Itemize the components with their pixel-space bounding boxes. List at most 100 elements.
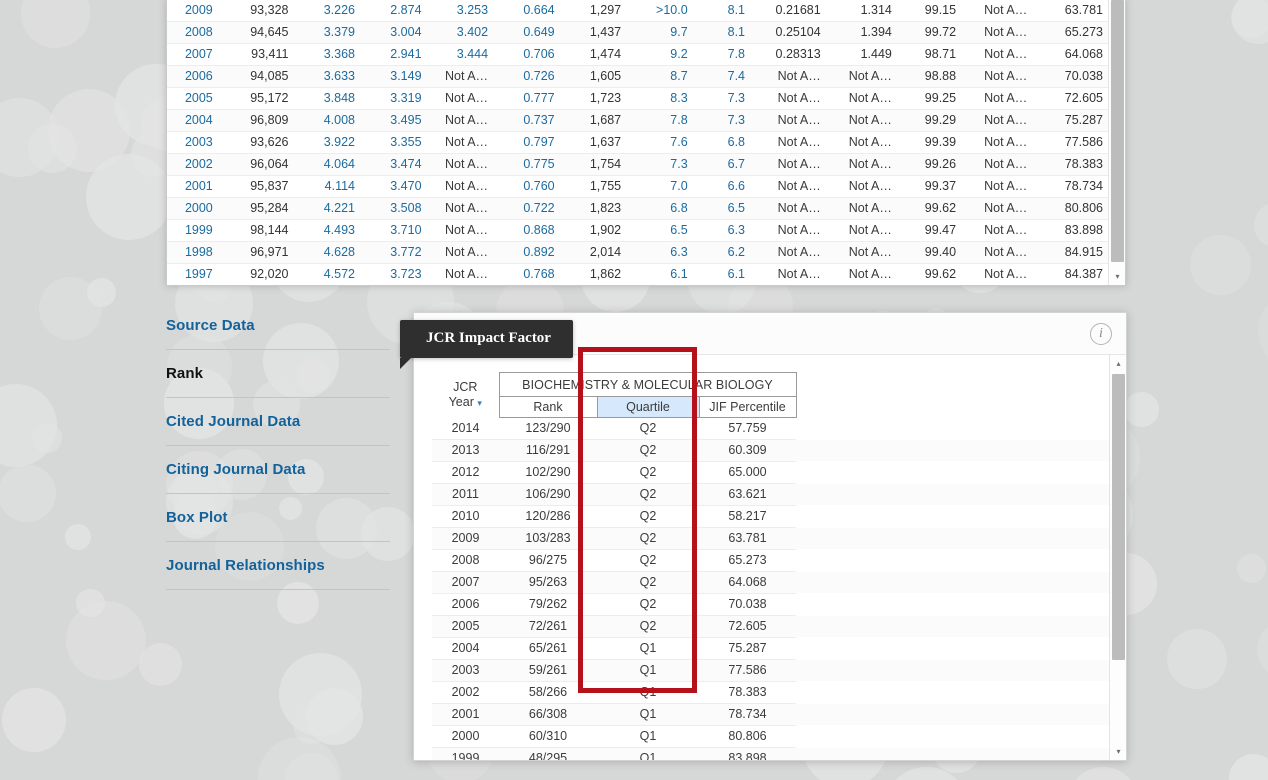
table-cell[interactable]: 6.5 [628,219,695,242]
table-cell[interactable]: 8.7 [628,65,695,88]
table-cell[interactable]: 4.493 [295,219,362,242]
table-cell[interactable]: 1998 [167,241,220,264]
table-cell[interactable]: 0.706 [495,43,562,66]
table-cell[interactable]: 0.664 [495,0,562,22]
top-table-scroll-thumb[interactable] [1111,0,1124,262]
table-cell[interactable]: 7.0 [628,175,695,198]
table-cell[interactable]: 6.5 [694,197,753,220]
table-cell[interactable]: 7.8 [628,109,695,132]
table-cell[interactable]: 2000 [167,197,220,220]
table-cell[interactable]: 7.3 [628,153,695,176]
table-cell[interactable]: 3.470 [362,175,429,198]
sidebar-item-cited-journal-data[interactable]: Cited Journal Data [166,398,390,446]
table-cell[interactable]: 4.628 [295,241,362,264]
table-cell[interactable]: 3.723 [362,263,429,285]
table-cell[interactable]: 0.868 [495,219,562,242]
table-cell[interactable]: 0.722 [495,197,562,220]
table-cell[interactable]: 3.710 [362,219,429,242]
table-cell[interactable]: 7.3 [694,109,753,132]
column-header-rank[interactable]: Rank [498,396,598,418]
sort-descending-icon[interactable]: ▾ [477,398,482,408]
table-cell[interactable]: 2.874 [362,0,429,22]
scroll-up-arrow-icon[interactable]: ▴ [1110,355,1126,372]
table-cell[interactable]: 6.1 [694,263,753,285]
table-cell[interactable]: 3.149 [362,65,429,88]
table-cell[interactable]: 2008 [167,21,220,44]
table-cell[interactable]: 6.1 [628,263,695,285]
table-cell[interactable]: 7.3 [694,87,753,110]
top-table-scrollbar[interactable]: ▾ [1108,0,1125,285]
table-cell[interactable]: 4.572 [295,263,362,285]
table-cell[interactable]: 3.474 [362,153,429,176]
table-cell[interactable]: 3.319 [362,87,429,110]
table-cell[interactable]: >10.0 [628,0,695,22]
table-cell[interactable]: 2007 [167,43,220,66]
info-icon[interactable]: i [1090,323,1112,345]
table-cell[interactable]: 4.064 [295,153,362,176]
table-cell[interactable]: 1997 [167,263,220,285]
table-cell[interactable]: 0.760 [495,175,562,198]
table-cell[interactable]: 1999 [167,219,220,242]
table-cell[interactable]: 0.737 [495,109,562,132]
table-cell[interactable]: 2002 [167,153,220,176]
table-cell[interactable]: 2004 [167,109,220,132]
table-cell[interactable]: 6.8 [694,131,753,154]
sidebar-item-box-plot[interactable]: Box Plot [166,494,390,542]
table-cell[interactable]: 4.008 [295,109,362,132]
table-cell[interactable]: 3.508 [362,197,429,220]
table-cell[interactable]: 2006 [167,65,220,88]
table-cell[interactable]: 2001 [167,175,220,198]
table-cell[interactable]: 8.3 [628,87,695,110]
table-cell[interactable]: 3.922 [295,131,362,154]
scroll-down-arrow-icon[interactable]: ▾ [1110,743,1126,760]
table-cell[interactable]: 6.3 [628,241,695,264]
table-cell[interactable]: 3.495 [362,109,429,132]
table-cell[interactable]: 0.726 [495,65,562,88]
table-cell[interactable]: 7.8 [694,43,753,66]
table-cell[interactable]: 0.892 [495,241,562,264]
table-cell[interactable]: 6.8 [628,197,695,220]
table-cell[interactable]: 4.114 [295,175,362,198]
sidebar-item-citing-journal-data[interactable]: Citing Journal Data [166,446,390,494]
table-cell[interactable]: 2003 [167,131,220,154]
table-cell[interactable]: 3.848 [295,87,362,110]
table-cell[interactable]: 9.7 [628,21,695,44]
table-cell[interactable]: 9.2 [628,43,695,66]
table-cell[interactable]: 3.402 [428,21,496,44]
table-cell[interactable]: 0.768 [495,263,562,285]
table-cell[interactable]: 4.221 [295,197,362,220]
table-cell[interactable]: 8.1 [694,0,753,22]
table-cell[interactable]: 2005 [167,87,220,110]
table-cell[interactable]: 3.355 [362,131,429,154]
table-cell[interactable]: 6.6 [694,175,753,198]
table-cell[interactable]: 6.3 [694,219,753,242]
table-cell[interactable]: 8.1 [694,21,753,44]
table-cell[interactable]: 0.777 [495,87,562,110]
column-header-quartile[interactable]: Quartile [596,396,700,418]
table-cell[interactable]: 0.797 [495,131,562,154]
table-cell[interactable]: 3.444 [428,43,496,66]
table-cell[interactable]: 3.379 [295,21,362,44]
table-cell[interactable]: 7.4 [694,65,753,88]
table-cell[interactable]: 2009 [167,0,220,22]
jcr-year-column-header[interactable]: JCR Year ▾ [432,373,499,418]
scroll-down-arrow-icon[interactable]: ▾ [1109,268,1125,285]
table-cell[interactable]: 3.772 [362,241,429,264]
table-cell[interactable]: 3.004 [362,21,429,44]
table-cell: Not A… [428,109,496,132]
table-cell[interactable]: 0.775 [495,153,562,176]
table-cell[interactable]: 6.7 [694,153,753,176]
table-cell[interactable]: 7.6 [628,131,695,154]
table-cell[interactable]: 3.368 [295,43,362,66]
rank-table-scrollbar[interactable]: ▴ ▾ [1109,355,1126,760]
table-cell[interactable]: 0.649 [495,21,562,44]
sidebar-item-journal-relationships[interactable]: Journal Relationships [166,542,390,590]
table-cell[interactable]: 6.2 [694,241,753,264]
table-cell[interactable]: 3.226 [295,0,362,22]
table-cell[interactable]: 3.633 [295,65,362,88]
table-cell[interactable]: 2.941 [362,43,429,66]
column-header-jif-percentile[interactable]: JIF Percentile [698,396,797,418]
table-cell[interactable]: 3.253 [428,0,496,22]
rank-table-scroll-thumb[interactable] [1112,374,1125,660]
sidebar-item-source-data[interactable]: Source Data [166,302,390,350]
